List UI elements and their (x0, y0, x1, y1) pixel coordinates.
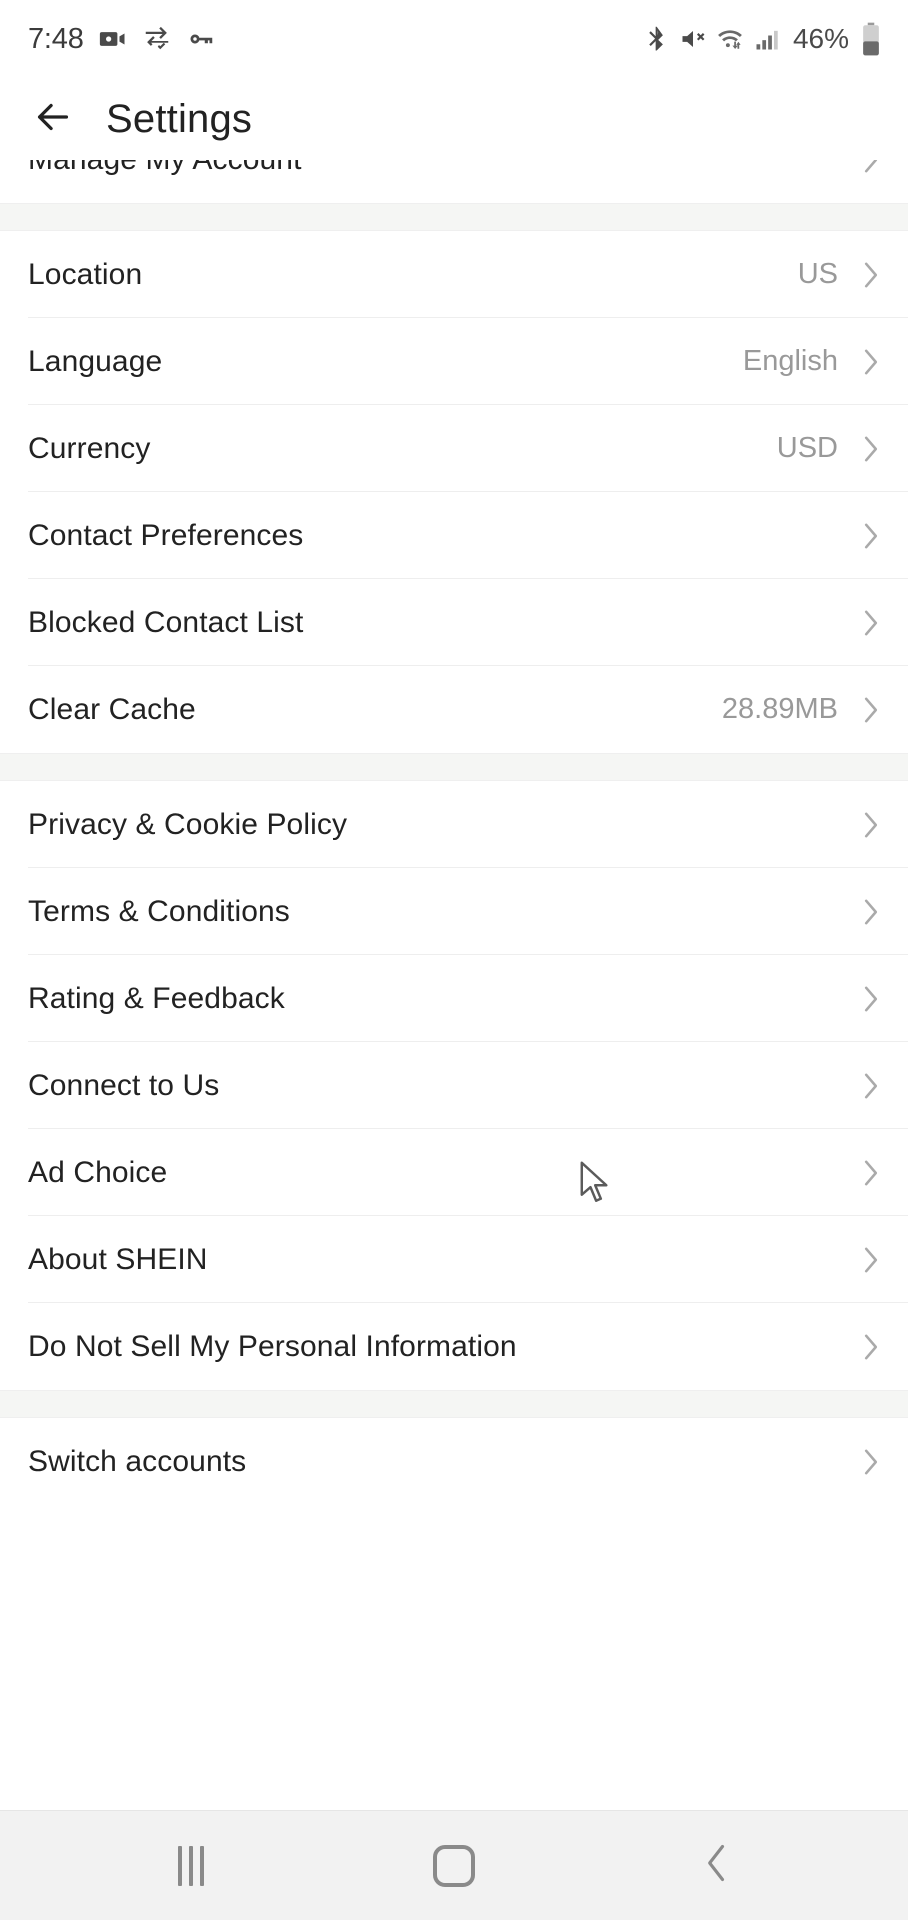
account-section: Manage My Account (0, 160, 908, 203)
settings-row-label: Privacy & Cookie Policy (28, 807, 348, 841)
chevron-right-icon (860, 607, 882, 639)
settings-row-label: Contact Preferences (28, 518, 304, 552)
section-divider (0, 203, 908, 231)
android-nav-bar (0, 1810, 908, 1920)
settings-row-do-not-sell-my-personal-information[interactable]: Do Not Sell My Personal Information (0, 1303, 908, 1390)
status-bar-clock: 7:48 (28, 22, 84, 55)
settings-row-language[interactable]: Language English (0, 318, 908, 405)
settings-row-label: Currency (28, 431, 151, 465)
chevron-right-icon (860, 1157, 882, 1189)
settings-row-value: English (742, 345, 838, 377)
settings-row-label: Manage My Account (28, 160, 860, 177)
chevron-right-icon (860, 809, 882, 841)
settings-row-connect-to-us[interactable]: Connect to Us (0, 1042, 908, 1129)
chevron-right-icon (860, 694, 882, 726)
cellular-signal-icon (753, 25, 781, 53)
settings-row-privacy-cookie-policy[interactable]: Privacy & Cookie Policy (0, 781, 908, 868)
settings-list[interactable]: Manage My Account Location US Language Engli… (0, 160, 908, 1810)
chevron-right-icon (860, 1331, 882, 1363)
settings-row-currency[interactable]: Currency USD (0, 405, 908, 492)
recents-icon (178, 1845, 205, 1886)
settings-row-location[interactable]: Location US (0, 231, 908, 318)
settings-row-label: Connect to Us (28, 1068, 220, 1102)
status-bar-right: 46% (642, 22, 882, 56)
page-title: Settings (106, 96, 253, 141)
chevron-right-icon (860, 896, 882, 928)
settings-row-value: 28.89MB (721, 693, 838, 725)
settings-row-label: Rating & Feedback (28, 981, 285, 1015)
legal-section: Privacy & Cookie Policy Terms & Condition… (0, 781, 908, 1390)
settings-list-content: Manage My Account Location US Language Engli… (0, 160, 908, 1505)
data-saver-icon (142, 24, 172, 54)
accounts-section: Switch accounts (0, 1418, 908, 1505)
settings-row-label: Switch accounts (28, 1444, 247, 1478)
wifi-icon (716, 25, 744, 53)
settings-row-label: Terms & Conditions (28, 894, 290, 928)
arrow-left-icon (30, 94, 76, 145)
settings-row-ad-choice[interactable]: Ad Choice (0, 1129, 908, 1216)
settings-row-label: Do Not Sell My Personal Information (28, 1329, 517, 1363)
nav-back-icon (699, 1841, 735, 1890)
settings-row-manage-my-account[interactable]: Manage My Account (0, 160, 908, 203)
volume-mute-icon (679, 25, 707, 53)
preferences-section: Location US Language English Currency USD Cont… (0, 231, 908, 753)
chevron-right-icon (860, 983, 882, 1015)
settings-row-clear-cache[interactable]: Clear Cache 28.89MB (0, 666, 908, 753)
settings-row-switch-accounts[interactable]: Switch accounts (0, 1418, 908, 1505)
settings-row-label: Language (28, 344, 163, 378)
chevron-right-icon (860, 520, 882, 552)
home-icon (432, 1844, 475, 1887)
settings-row-about-shein[interactable]: About SHEIN (0, 1216, 908, 1303)
chevron-right-icon (860, 1446, 882, 1478)
chevron-right-icon (860, 259, 882, 291)
chevron-right-icon (860, 1070, 882, 1102)
bluetooth-icon (642, 25, 670, 53)
status-bar: 7:48 46% (0, 0, 908, 78)
settings-row-label: Clear Cache (28, 692, 196, 726)
settings-row-label: About SHEIN (28, 1242, 208, 1276)
settings-row-label: Blocked Contact List (28, 605, 304, 639)
section-divider (0, 1390, 908, 1418)
app-header: Settings (0, 78, 908, 160)
settings-row-label: Location (28, 257, 143, 291)
chevron-right-icon (860, 160, 882, 176)
settings-row-value: USD (776, 432, 838, 464)
status-bar-left: 7:48 (28, 23, 216, 56)
battery-percentage-label: 46% (792, 23, 849, 54)
video-camera-icon (98, 24, 128, 54)
vpn-key-icon (186, 24, 216, 54)
settings-row-value: US (797, 258, 838, 290)
settings-row-contact-preferences[interactable]: Contact Preferences (0, 492, 908, 579)
settings-row-label: Ad Choice (28, 1155, 168, 1189)
phone-screen: 7:48 46% Settings Location US Language E… (0, 0, 908, 1920)
recents-button[interactable] (131, 1826, 251, 1906)
back-button[interactable] (26, 92, 80, 146)
chevron-right-icon (860, 346, 882, 378)
chevron-right-icon (860, 1244, 882, 1276)
settings-row-rating-feedback[interactable]: Rating & Feedback (0, 955, 908, 1042)
chevron-right-icon (860, 433, 882, 465)
settings-row-blocked-contact-list[interactable]: Blocked Contact List (0, 579, 908, 666)
section-divider (0, 753, 908, 781)
home-button[interactable] (394, 1826, 514, 1906)
settings-row-terms-conditions[interactable]: Terms & Conditions (0, 868, 908, 955)
battery-icon (860, 22, 882, 56)
nav-back-button[interactable] (657, 1826, 777, 1906)
